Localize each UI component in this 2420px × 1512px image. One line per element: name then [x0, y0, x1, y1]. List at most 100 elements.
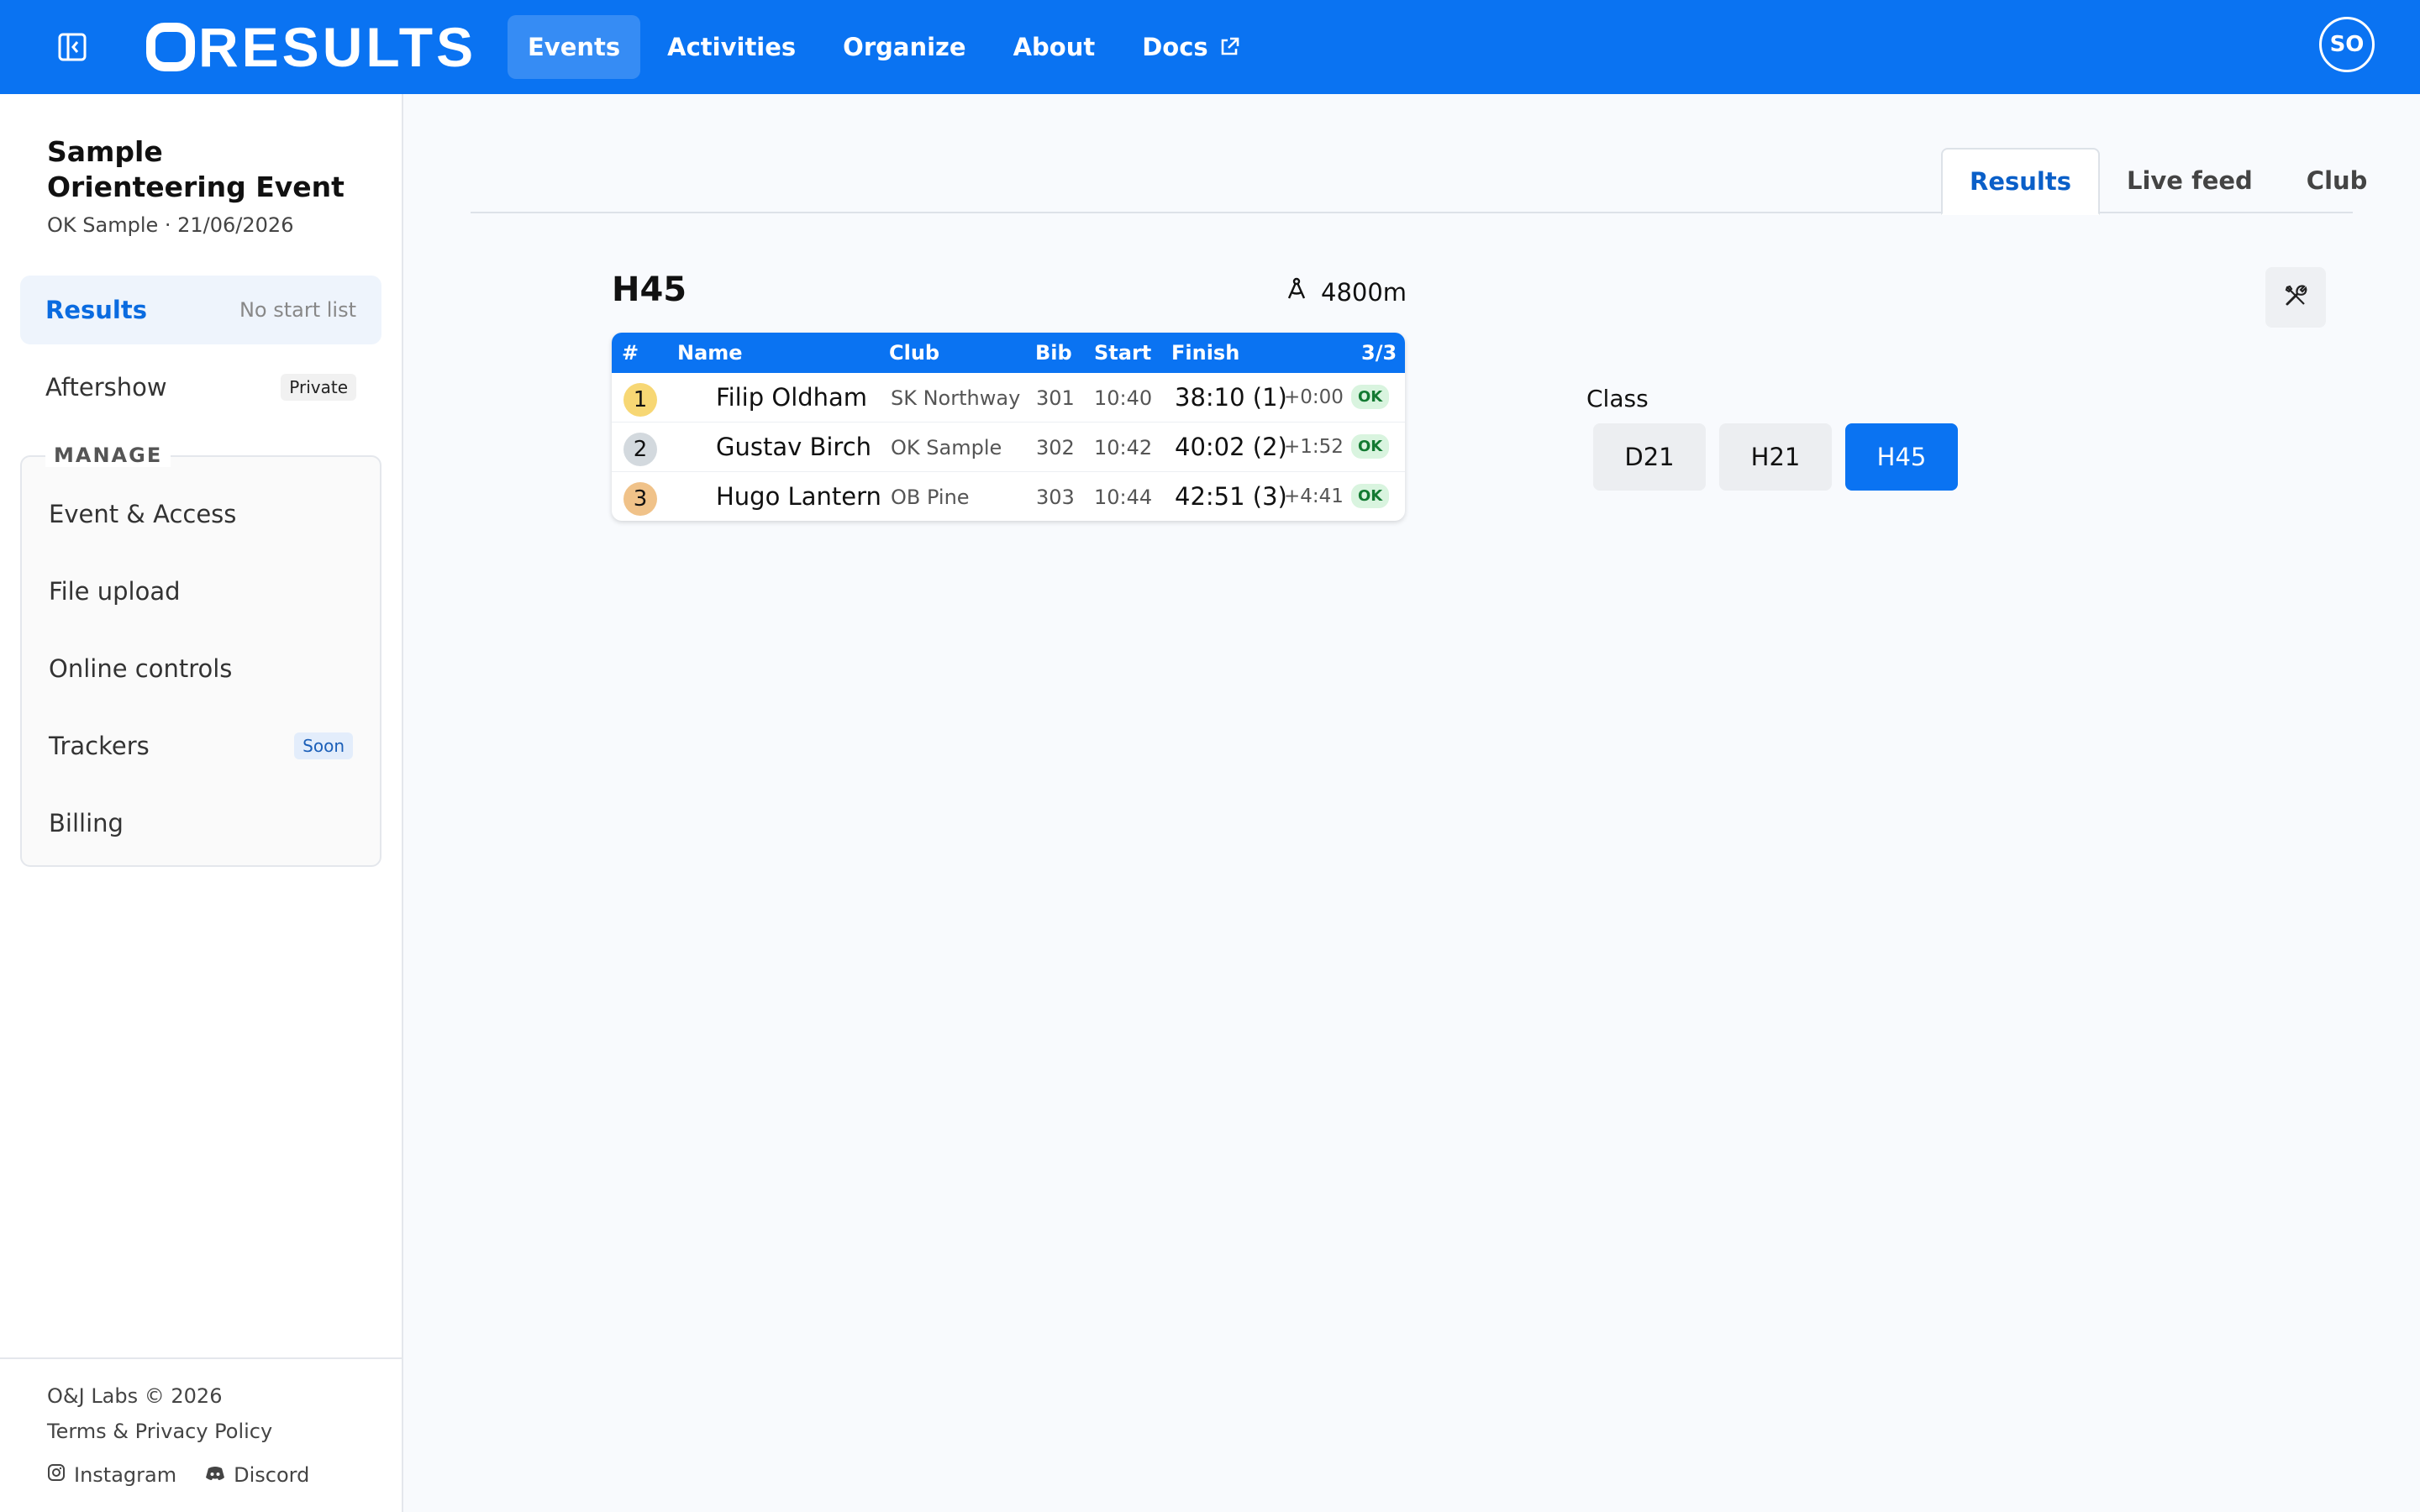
nav-docs[interactable]: Docs — [1122, 15, 1260, 79]
runner-club: SK Northway — [891, 386, 1021, 410]
tab-club[interactable]: Club — [2280, 148, 2395, 213]
col-finish: Finish — [1171, 341, 1240, 365]
manage-item-label: Event & Access — [49, 500, 237, 528]
manage-section: MANAGE Event & Access File upload Online… — [20, 444, 381, 867]
class-option-label: H21 — [1750, 443, 1801, 471]
course-distance-value: 4800m — [1321, 277, 1407, 307]
runner-name: Gustav Birch — [716, 433, 872, 461]
class-option-h45[interactable]: H45 — [1845, 423, 1958, 491]
class-heading: H45 — [612, 270, 687, 309]
terms-link[interactable]: Terms & Privacy Policy — [47, 1420, 272, 1443]
silver-medal-badge: 2 — [623, 433, 657, 466]
sidebar: Sample Orienteering Event OK Sample · 21… — [0, 94, 403, 1512]
sidebar-item-file-upload[interactable]: File upload — [22, 558, 380, 625]
nav-events[interactable]: Events — [508, 15, 641, 79]
no-start-list-hint: No start list — [239, 298, 356, 322]
runner-finish: 40:02 (2) — [1175, 433, 1287, 461]
social-links: Instagram Discord — [47, 1463, 309, 1487]
gold-medal-badge: 1 — [623, 383, 657, 417]
runner-club: OB Pine — [891, 486, 970, 509]
manage-heading: MANAGE — [45, 444, 171, 467]
runner-start: 10:40 — [1094, 386, 1153, 410]
class-option-label: H45 — [1876, 443, 1927, 471]
status-badge: OK — [1351, 434, 1390, 459]
logo-text: RESULTS — [198, 16, 477, 78]
nav-organize[interactable]: Organize — [823, 15, 986, 79]
course-distance: 4800m — [1286, 277, 1407, 307]
runner-name: Hugo Lantern — [716, 482, 881, 511]
discord-icon — [205, 1463, 225, 1487]
status-badge: OK — [1351, 385, 1390, 409]
instagram-icon — [47, 1463, 66, 1487]
runner-diff: +4:41 — [1284, 486, 1344, 507]
instagram-label: Instagram — [74, 1463, 177, 1487]
col-name: Name — [677, 341, 743, 365]
manage-item-label: File upload — [49, 577, 181, 606]
runner-bib: 301 — [1036, 386, 1075, 410]
table-row[interactable]: 2 Gustav Birch OK Sample 302 10:42 40:02… — [612, 423, 1405, 472]
user-avatar[interactable]: SO — [2319, 17, 2375, 72]
bronze-medal-badge: 3 — [623, 482, 657, 516]
runner-name: Filip Oldham — [716, 383, 868, 412]
tab-club-label: Club — [2306, 166, 2368, 195]
tools-icon — [2282, 282, 2309, 312]
results-logo[interactable]: RESULTS — [146, 16, 476, 78]
results-table-header: # Name Club Bib Start Finish 3/3 — [612, 333, 1405, 373]
runner-start: 10:44 — [1094, 486, 1153, 509]
sidebar-item-billing[interactable]: Billing — [22, 790, 380, 857]
runner-diff: +0:00 — [1284, 386, 1344, 408]
avatar-initials: SO — [2329, 32, 2365, 57]
tab-live-feed[interactable]: Live feed — [2100, 148, 2280, 213]
class-option-d21[interactable]: D21 — [1593, 423, 1706, 491]
nav-events-label: Events — [528, 33, 621, 61]
sidebar-item-aftershow[interactable]: Aftershow Private — [20, 353, 381, 422]
view-tabs: Results Live feed Club — [1941, 148, 2394, 215]
runner-finish: 38:10 (1) — [1175, 383, 1287, 412]
event-title: Sample Orienteering Event — [47, 135, 345, 203]
class-option-label: D21 — [1624, 443, 1675, 471]
col-count: 3/3 — [1361, 341, 1397, 365]
copyright-text: O&J Labs © 2026 — [47, 1384, 223, 1408]
col-bib: Bib — [1035, 341, 1072, 365]
logo-ring-icon — [146, 23, 195, 71]
col-start: Start — [1094, 341, 1152, 365]
manage-item-label: Trackers — [49, 732, 150, 760]
tab-results[interactable]: Results — [1941, 148, 2100, 215]
col-position: # — [622, 341, 639, 365]
instagram-link[interactable]: Instagram — [47, 1463, 176, 1487]
sidebar-item-aftershow-label: Aftershow — [45, 373, 167, 402]
nav-about[interactable]: About — [993, 15, 1116, 79]
tab-results-label: Results — [1970, 167, 2071, 196]
runner-club: OK Sample — [891, 436, 1002, 459]
runner-finish: 42:51 (3) — [1175, 482, 1287, 511]
manage-item-label: Billing — [49, 809, 124, 837]
runner-bib: 302 — [1036, 436, 1075, 459]
nav-about-label: About — [1013, 33, 1096, 61]
status-badge: OK — [1351, 484, 1390, 508]
compass-icon — [1286, 277, 1307, 307]
main-nav: Events Activities Organize About Docs — [508, 15, 1260, 79]
tools-button[interactable] — [2265, 267, 2326, 328]
external-link-icon — [1218, 36, 1240, 58]
class-option-h21[interactable]: H21 — [1719, 423, 1832, 491]
table-row[interactable]: 1 Filip Oldham SK Northway 301 10:40 38:… — [612, 373, 1405, 423]
sidebar-toggle-icon[interactable] — [57, 32, 87, 62]
table-row[interactable]: 3 Hugo Lantern OB Pine 303 10:44 42:51 (… — [612, 472, 1405, 521]
nav-activities[interactable]: Activities — [647, 15, 816, 79]
sidebar-item-event-access[interactable]: Event & Access — [22, 480, 380, 548]
private-badge: Private — [281, 374, 356, 401]
discord-label: Discord — [234, 1463, 310, 1487]
discord-link[interactable]: Discord — [205, 1463, 309, 1487]
sidebar-footer: O&J Labs © 2026 Terms & Privacy Policy I… — [0, 1357, 402, 1487]
results-table: # Name Club Bib Start Finish 3/3 1 Filip… — [612, 333, 1405, 521]
event-subtitle: OK Sample · 21/06/2026 — [47, 213, 294, 237]
col-club: Club — [889, 341, 940, 365]
sidebar-item-results[interactable]: Results No start list — [20, 276, 381, 344]
top-navbar: RESULTS Events Activities Organize About… — [0, 0, 2420, 94]
runner-diff: +1:52 — [1284, 436, 1344, 458]
sidebar-item-trackers[interactable]: Trackers Soon — [22, 712, 380, 780]
runner-start: 10:42 — [1094, 436, 1153, 459]
sidebar-item-results-label: Results — [45, 296, 147, 324]
tab-live-feed-label: Live feed — [2126, 166, 2253, 195]
sidebar-item-online-controls[interactable]: Online controls — [22, 635, 380, 702]
